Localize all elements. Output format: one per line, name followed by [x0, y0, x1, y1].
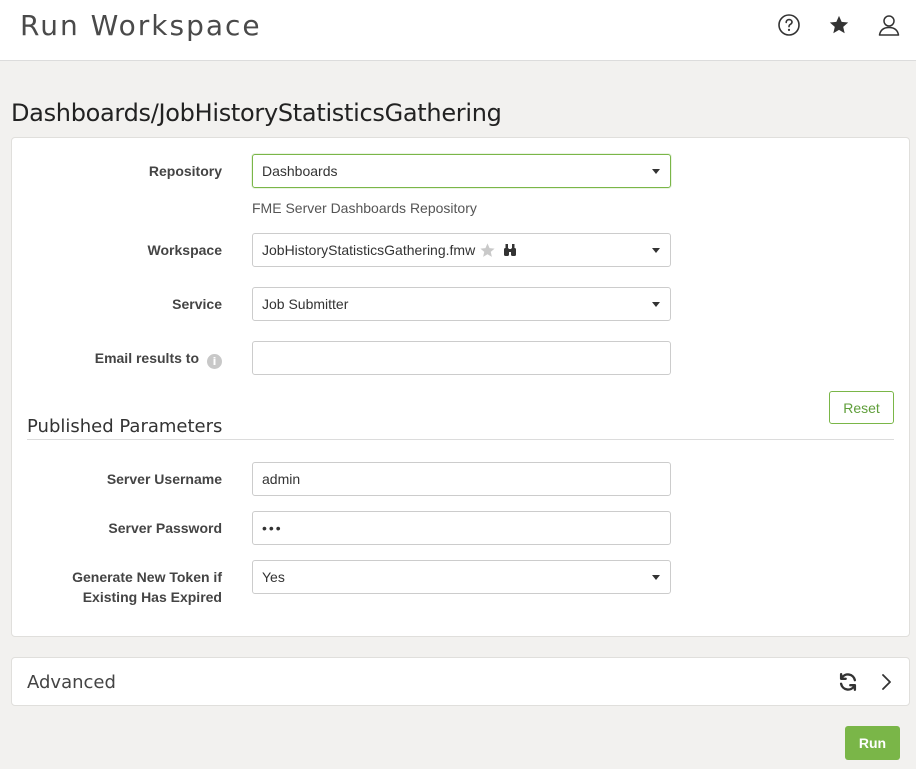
top-bar: Run Workspace	[0, 0, 916, 61]
help-icon[interactable]	[776, 12, 802, 38]
server-password-value: •••	[262, 520, 283, 536]
server-password-label: Server Password	[108, 520, 222, 536]
app-title: Run Workspace	[20, 9, 262, 42]
generate-token-value: Yes	[262, 569, 285, 585]
section-divider	[27, 439, 894, 440]
server-username-value: admin	[262, 471, 301, 487]
run-button[interactable]: Run	[845, 726, 900, 760]
generate-token-label-line2: Existing Has Expired	[82, 589, 222, 605]
user-icon[interactable]	[876, 12, 902, 38]
service-value: Job Submitter	[262, 296, 349, 312]
chevron-down-icon	[652, 302, 660, 307]
email-label: Email results to i	[12, 348, 222, 369]
server-username-label: Server Username	[106, 471, 222, 487]
chevron-down-icon	[652, 575, 660, 580]
workspace-label: Workspace	[147, 242, 222, 258]
page-title: Dashboards/JobHistoryStatisticsGathering	[11, 99, 502, 127]
workspace-value: JobHistoryStatisticsGathering.fmw	[262, 242, 476, 258]
server-username-input[interactable]: admin	[252, 462, 671, 496]
email-input[interactable]	[252, 341, 671, 375]
reset-button[interactable]: Reset	[829, 391, 894, 424]
published-parameters-title: Published Parameters	[27, 416, 223, 437]
repository-label: Repository	[148, 163, 222, 179]
run-workspace-form: Repository Dashboards FME Server Dashboa…	[11, 137, 910, 637]
service-label: Service	[172, 296, 222, 312]
repository-select[interactable]: Dashboards	[252, 154, 671, 188]
star-icon	[479, 242, 496, 259]
chevron-right-icon[interactable]	[873, 669, 899, 695]
generate-token-label: Generate New Token if Existing Has Expir…	[12, 567, 222, 607]
service-select[interactable]: Job Submitter	[252, 287, 671, 321]
server-password-input[interactable]: •••	[252, 511, 671, 545]
advanced-panel[interactable]: Advanced	[11, 657, 910, 706]
chevron-down-icon	[652, 169, 660, 174]
email-label-text: Email results to	[94, 350, 199, 366]
advanced-label: Advanced	[27, 672, 116, 693]
refresh-icon[interactable]	[835, 669, 861, 695]
generate-token-select[interactable]: Yes	[252, 560, 671, 594]
workspace-select[interactable]: JobHistoryStatisticsGathering.fmw	[252, 233, 671, 267]
info-icon[interactable]: i	[207, 354, 222, 369]
chevron-down-icon	[652, 248, 660, 253]
favorites-star-icon[interactable]	[826, 12, 852, 38]
repository-value: Dashboards	[262, 163, 338, 179]
binoculars-icon	[503, 243, 517, 257]
generate-token-label-line1: Generate New Token if	[72, 569, 222, 585]
repository-description: FME Server Dashboards Repository	[252, 200, 477, 216]
